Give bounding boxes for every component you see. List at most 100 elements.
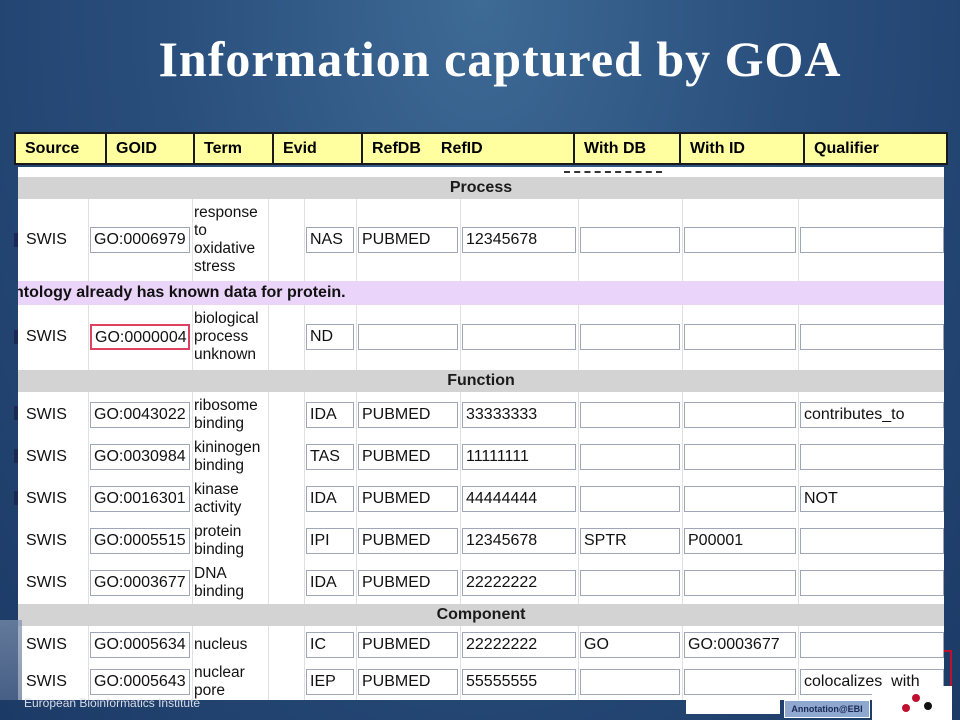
refdb-field[interactable]: PUBMED [358,227,458,253]
col-evid: Evid [274,134,363,163]
refid-field[interactable] [462,324,576,350]
with-db-field[interactable]: SPTR [580,528,680,554]
col-qualifier: Qualifier [814,139,879,157]
refid-field[interactable]: 55555555 [462,669,576,695]
annotation-panel: Process ntology already has known data f… [18,167,944,700]
goid-field[interactable]: GO:0043022 [90,402,190,428]
with-id-field[interactable]: P00001 [684,528,796,554]
source-cell: SWIS [26,573,67,591]
refdb-field[interactable]: PUBMED [358,669,458,695]
col-refid: RefID [440,139,483,157]
qualifier-field[interactable] [800,444,944,470]
refid-field[interactable]: 11111111 [462,444,576,470]
dashed-separator [564,171,662,173]
qualifier-field[interactable]: contributes_to [800,402,944,428]
goid-field[interactable]: GO:0006979 [90,227,190,253]
col-source: Source [16,134,107,163]
term-cell: response to oxidative stress [194,204,258,275]
evid-field[interactable]: IDA [306,570,354,596]
col-refdb-refid: RefDB RefID [363,134,575,163]
goid-field[interactable]: GO:0005515 [90,528,190,554]
term-cell: DNA binding [194,564,244,600]
qualifier-field[interactable]: NOT [800,486,944,512]
refdb-field[interactable]: PUBMED [358,528,458,554]
refdb-field[interactable]: PUBMED [358,486,458,512]
refdb-field[interactable]: PUBMED [358,570,458,596]
row-marker [14,233,18,247]
section-function: Function [18,370,944,392]
evid-field[interactable]: TAS [306,444,354,470]
table-row: SWIS protein binding GO:0005515 IPI PUBMED 12… [18,520,944,561]
qualifier-field[interactable] [800,632,944,658]
evid-field[interactable]: IEP [306,669,354,695]
with-id-field[interactable]: GO:0003677 [684,632,796,658]
section-process: Process [18,177,944,199]
refid-field[interactable]: 33333333 [462,402,576,428]
refid-field[interactable]: 22222222 [462,570,576,596]
table-row: SWIS kinase activity GO:0016301 IDA PUBMED 44… [18,478,944,519]
source-cell: SWIS [26,231,67,248]
with-id-field[interactable] [684,444,796,470]
with-db-field[interactable] [580,570,680,596]
source-cell: SWIS [26,405,67,423]
goid-field[interactable]: GO:0005634 [90,632,190,658]
table-row: SWIS kininogen binding GO:0030984 TAS PUBMED… [18,436,944,477]
refdb-field[interactable]: PUBMED [358,402,458,428]
with-id-field[interactable] [684,227,796,253]
qualifier-field[interactable] [800,227,944,253]
with-db-field[interactable] [580,402,680,428]
table-row: SWIS nuclear pore GO:0005643 IEP PUBMED 55555… [18,663,944,700]
slide-title: Information captured by GOA [158,31,842,87]
evid-field[interactable]: IC [306,632,354,658]
term-cell: kinase activity [194,480,242,516]
with-db-field[interactable] [580,669,680,695]
goid-field[interactable]: GO:0030984 [90,444,190,470]
evid-field[interactable]: NAS [306,227,354,253]
with-id-field[interactable] [684,669,796,695]
evid-field[interactable]: ND [306,324,354,350]
refid-field[interactable]: 44444444 [462,486,576,512]
term-cell: protein binding [194,522,244,558]
qualifier-field[interactable] [800,324,944,350]
col-with-id: With ID [681,134,805,163]
col-term: Term [195,134,274,163]
with-db-field[interactable] [580,324,680,350]
refdb-field[interactable]: PUBMED [358,632,458,658]
qualifier-field[interactable] [800,570,944,596]
refid-field[interactable]: 22222222 [462,632,576,658]
with-id-field[interactable] [684,402,796,428]
with-db-field[interactable] [580,486,680,512]
with-id-field[interactable] [684,570,796,596]
table-row: SWIS DNA binding GO:0003677 IDA PUBMED 222222… [18,562,944,603]
evid-field[interactable]: IDA [306,486,354,512]
row-marker [14,330,18,344]
with-db-field[interactable] [580,227,680,253]
col-with-db: With DB [575,134,681,163]
table-row: SWIS ribosome binding GO:0043022 IDA PUBMED 3… [18,394,944,435]
refdb-field[interactable] [358,324,458,350]
evid-field[interactable]: IDA [306,402,354,428]
refdb-field[interactable]: PUBMED [358,444,458,470]
source-cell: SWIS [26,447,67,465]
with-db-field[interactable]: GO [580,632,680,658]
goid-field[interactable]: GO:0005643 [90,669,190,695]
warning-message: ntology already has known data for prote… [18,281,944,305]
with-db-field[interactable] [580,444,680,470]
goid-field[interactable]: GO:0000004 [90,324,190,350]
source-cell: SWIS [26,636,67,653]
refid-field[interactable]: 12345678 [462,227,576,253]
with-id-field[interactable] [684,324,796,350]
table-row: SWIS biological process unknown GO:0000004… [18,307,944,367]
column-header-bar: Source GOID Term Evid RefDB RefID With DB… [14,132,948,165]
with-id-field[interactable] [684,486,796,512]
refid-field[interactable]: 12345678 [462,528,576,554]
term-cell: biological process unknown [194,310,259,363]
goid-field[interactable]: GO:0003677 [90,570,190,596]
ebi-building-logo [0,620,22,700]
row-marker [14,491,18,505]
source-cell: SWIS [26,489,67,507]
footer-institute: European Bioinformatics Institute [24,696,201,710]
goid-field[interactable]: GO:0016301 [90,486,190,512]
evid-field[interactable]: IPI [306,528,354,554]
qualifier-field[interactable] [800,528,944,554]
